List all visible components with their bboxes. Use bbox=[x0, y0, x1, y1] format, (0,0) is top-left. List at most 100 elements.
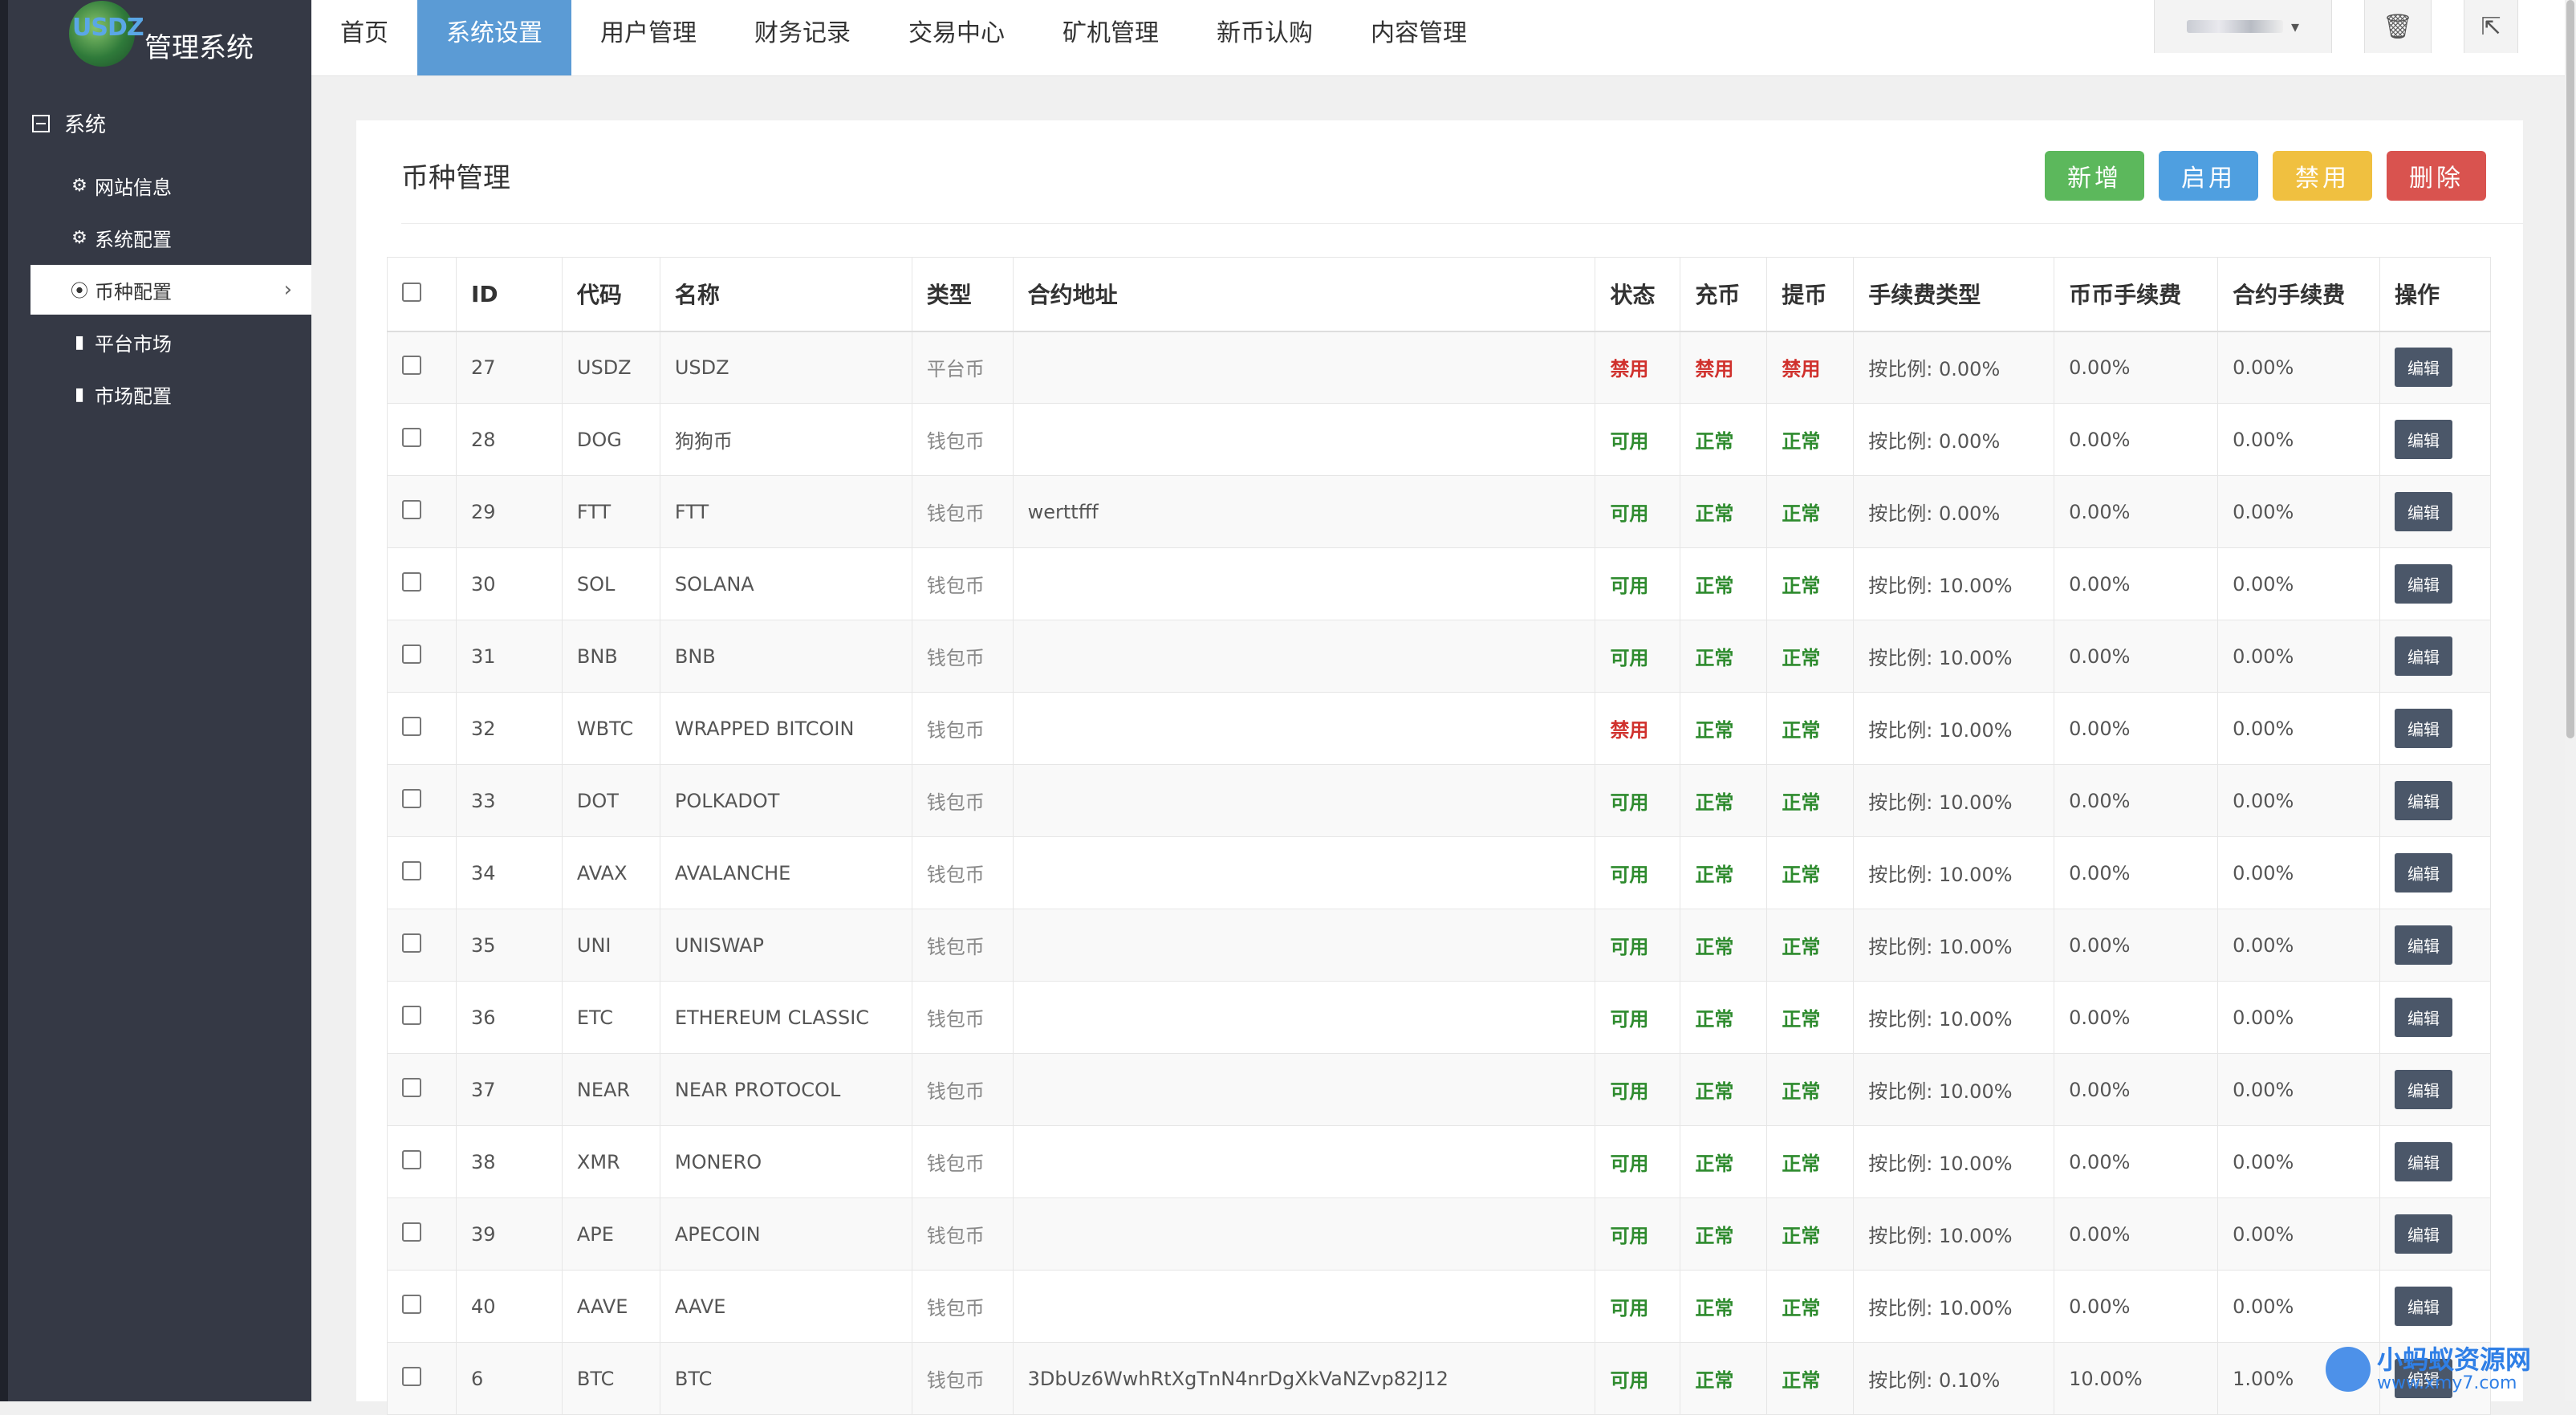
edit-button[interactable]: 编辑 bbox=[2394, 348, 2452, 388]
col-header-name[interactable]: 名称 bbox=[659, 257, 912, 332]
delete-button[interactable]: 删除 bbox=[2387, 151, 2486, 201]
row-checkbox[interactable] bbox=[402, 716, 421, 736]
col-header-spot-fee[interactable]: 币币手续费 bbox=[2054, 257, 2219, 332]
table-row[interactable]: 29 FTT FTT 钱包币 werttfff 可用 正常 正常 按比例: 0.00% 0.00%… bbox=[387, 475, 2492, 548]
edit-button[interactable]: 编辑 bbox=[2394, 1070, 2452, 1109]
cell-id-text: 33 bbox=[470, 789, 496, 812]
select-all-checkbox[interactable] bbox=[402, 282, 421, 302]
logo[interactable]: USDZ 管理系统 bbox=[69, 0, 254, 67]
cell-contract-fee: 0.00% bbox=[2217, 1270, 2380, 1343]
scrollbar[interactable] bbox=[2565, 0, 2576, 1401]
row-checkbox[interactable] bbox=[402, 1222, 421, 1242]
cell-code-text: WBTC bbox=[576, 717, 634, 740]
cell-status-text: 可用 bbox=[1610, 647, 1649, 669]
cell-status-text: 可用 bbox=[1610, 1225, 1649, 1247]
table-row[interactable]: 27 USDZ USDZ 平台币 禁用 禁用 禁用 按比例: 0.00% 0.00% 0.00% 编… bbox=[387, 331, 2492, 404]
col-header-contract-fee[interactable]: 合约手续费 bbox=[2217, 257, 2380, 332]
coin-management-panel: 币种管理 新增 启用 禁用 删除 ID 代码 名称 类型 合约地址 状态 充币 … bbox=[356, 120, 2523, 1415]
edit-button[interactable]: 编辑 bbox=[2394, 709, 2452, 748]
sidebar-item-system-config[interactable]: ⚙ 系统配置 bbox=[30, 213, 311, 262]
col-header-type[interactable]: 类型 bbox=[911, 257, 1014, 332]
col-header-contract-address[interactable]: 合约地址 bbox=[1012, 257, 1596, 332]
row-checkbox[interactable] bbox=[402, 1149, 421, 1169]
edit-button[interactable]: 编辑 bbox=[2394, 492, 2452, 531]
nav-trade-center[interactable]: 交易中心 bbox=[880, 0, 1034, 75]
sidebar: USDZ 管理系统 系统 ⚙ 网站信息 ⚙ 系统配置 ⦿ 币种配置 › ▮ 平台… bbox=[0, 0, 311, 1401]
col-header-status[interactable]: 状态 bbox=[1595, 257, 1681, 332]
row-checkbox[interactable] bbox=[402, 788, 421, 808]
table-row[interactable]: 38 XMR MONERO 钱包币 可用 正常 正常 按比例: 10.00% 0.00% 0.00… bbox=[387, 1125, 2492, 1198]
row-checkbox[interactable] bbox=[402, 571, 421, 592]
edit-button[interactable]: 编辑 bbox=[2394, 781, 2452, 820]
table-row[interactable]: 30 SOL SOLANA 钱包币 可用 正常 正常 按比例: 10.00% 0.00% 0.00… bbox=[387, 547, 2492, 620]
nav-finance-records[interactable]: 财务记录 bbox=[725, 0, 880, 75]
edit-button[interactable]: 编辑 bbox=[2394, 636, 2452, 676]
edit-button[interactable]: 编辑 bbox=[2394, 1142, 2452, 1181]
row-checkbox[interactable] bbox=[402, 860, 421, 880]
table-row[interactable]: 37 NEAR NEAR PROTOCOL 钱包币 可用 正常 正常 按比例: 10.00% 0… bbox=[387, 1053, 2492, 1126]
col-header-id[interactable]: ID bbox=[455, 257, 563, 332]
cell-fee-type: 按比例: 0.00% bbox=[1853, 331, 2055, 404]
scrollbar-thumb[interactable] bbox=[2566, 0, 2574, 738]
edit-button[interactable]: 编辑 bbox=[2394, 1214, 2452, 1254]
nav-miner-management[interactable]: 矿机管理 bbox=[1034, 0, 1188, 75]
disable-button[interactable]: 禁用 bbox=[2273, 151, 2372, 201]
nav-content-management[interactable]: 内容管理 bbox=[1342, 0, 1496, 75]
cell-fee-type: 按比例: 10.00% bbox=[1853, 764, 2055, 837]
row-checkbox[interactable] bbox=[402, 355, 421, 375]
cell-status: 可用 bbox=[1595, 475, 1681, 548]
sidebar-group-system[interactable]: 系统 bbox=[32, 108, 106, 138]
clear-cache-button[interactable]: 🗑 bbox=[2364, 0, 2432, 53]
col-header-withdraw[interactable]: 提币 bbox=[1766, 257, 1855, 332]
table-row[interactable]: 34 AVAX AVALANCHE 钱包币 可用 正常 正常 按比例: 10.00% 0.00%… bbox=[387, 836, 2492, 909]
enable-button[interactable]: 启用 bbox=[2159, 151, 2258, 201]
row-checkbox[interactable] bbox=[402, 644, 421, 664]
row-checkbox[interactable] bbox=[402, 933, 421, 953]
cell-actions: 编辑 bbox=[2379, 836, 2492, 909]
logout-button[interactable]: ⇱ bbox=[2464, 0, 2518, 53]
edit-button[interactable]: 编辑 bbox=[2394, 420, 2452, 459]
edit-button[interactable]: 编辑 bbox=[2394, 998, 2452, 1037]
cell-code: XMR bbox=[561, 1125, 660, 1198]
row-checkbox[interactable] bbox=[402, 499, 421, 519]
table-row[interactable]: 6 BTC BTC 钱包币 3DbUz6WwhRtXgTnN4nrDgXkVaNZvp8… bbox=[387, 1342, 2492, 1415]
cell-deposit: 正常 bbox=[1680, 1053, 1768, 1126]
nav-home[interactable]: 首页 bbox=[311, 0, 417, 75]
cell-name-text: AVALANCHE bbox=[674, 861, 791, 884]
edit-button[interactable]: 编辑 bbox=[2394, 564, 2452, 604]
row-checkbox[interactable] bbox=[402, 1005, 421, 1025]
cell-fee-type: 按比例: 10.00% bbox=[1853, 620, 2055, 693]
col-header-code[interactable]: 代码 bbox=[561, 257, 660, 332]
table-row[interactable]: 39 APE APECOIN 钱包币 可用 正常 正常 按比例: 10.00% 0.00% 0.0… bbox=[387, 1197, 2492, 1271]
edit-button[interactable]: 编辑 bbox=[2394, 925, 2452, 965]
row-checkbox[interactable] bbox=[402, 1077, 421, 1097]
table-row[interactable]: 36 ETC ETHEREUM CLASSIC 钱包币 可用 正常 正常 按比例: 10.00… bbox=[387, 981, 2492, 1054]
table-row[interactable]: 31 BNB BNB 钱包币 可用 正常 正常 按比例: 10.00% 0.00% 0.00% 编辑 bbox=[387, 620, 2492, 693]
table-row[interactable]: 40 AAVE AAVE 钱包币 可用 正常 正常 按比例: 10.00% 0.00% 0.00%… bbox=[387, 1270, 2492, 1343]
nav-new-coin-subscription[interactable]: 新币认购 bbox=[1188, 0, 1342, 75]
table-row[interactable]: 32 WBTC WRAPPED BITCOIN 钱包币 禁用 正常 正常 按比例: 10.00… bbox=[387, 692, 2492, 765]
sidebar-item-coin-config[interactable]: ⦿ 币种配置 › bbox=[30, 265, 311, 315]
nav-user-management[interactable]: 用户管理 bbox=[571, 0, 725, 75]
row-checkbox[interactable] bbox=[402, 1294, 421, 1314]
sidebar-item-platform-market[interactable]: ▮ 平台市场 bbox=[30, 317, 311, 367]
col-header-deposit[interactable]: 充币 bbox=[1680, 257, 1768, 332]
cell-withdraw-text: 正常 bbox=[1782, 719, 1821, 742]
edit-button[interactable]: 编辑 bbox=[2394, 1287, 2452, 1326]
cell-status-text: 禁用 bbox=[1610, 719, 1649, 742]
row-checkbox[interactable] bbox=[402, 1366, 421, 1386]
edit-button[interactable]: 编辑 bbox=[2394, 853, 2452, 893]
nav-system-settings[interactable]: 系统设置 bbox=[417, 0, 571, 75]
table-row[interactable]: 35 UNI UNISWAP 钱包币 可用 正常 正常 按比例: 10.00% 0.00% 0.0… bbox=[387, 909, 2492, 982]
sidebar-item-market-config[interactable]: ▮ 市场配置 bbox=[30, 369, 311, 419]
sidebar-item-site-info[interactable]: ⚙ 网站信息 bbox=[30, 161, 311, 210]
cell-type: 钱包币 bbox=[911, 620, 1014, 693]
table-row[interactable]: 28 DOG 狗狗币 钱包币 可用 正常 正常 按比例: 0.00% 0.00% 0.00% 编辑 bbox=[387, 403, 2492, 476]
cell-spot-fee-text: 0.00% bbox=[2069, 1222, 2131, 1246]
row-checkbox[interactable] bbox=[402, 427, 421, 447]
watermark-line1: 小蚂蚁资源网 bbox=[2376, 1344, 2531, 1375]
table-row[interactable]: 33 DOT POLKADOT 钱包币 可用 正常 正常 按比例: 10.00% 0.00% 0.… bbox=[387, 764, 2492, 837]
user-menu[interactable]: ▾ bbox=[2154, 0, 2332, 53]
add-button[interactable]: 新增 bbox=[2045, 151, 2144, 201]
col-header-fee-type[interactable]: 手续费类型 bbox=[1853, 257, 2055, 332]
